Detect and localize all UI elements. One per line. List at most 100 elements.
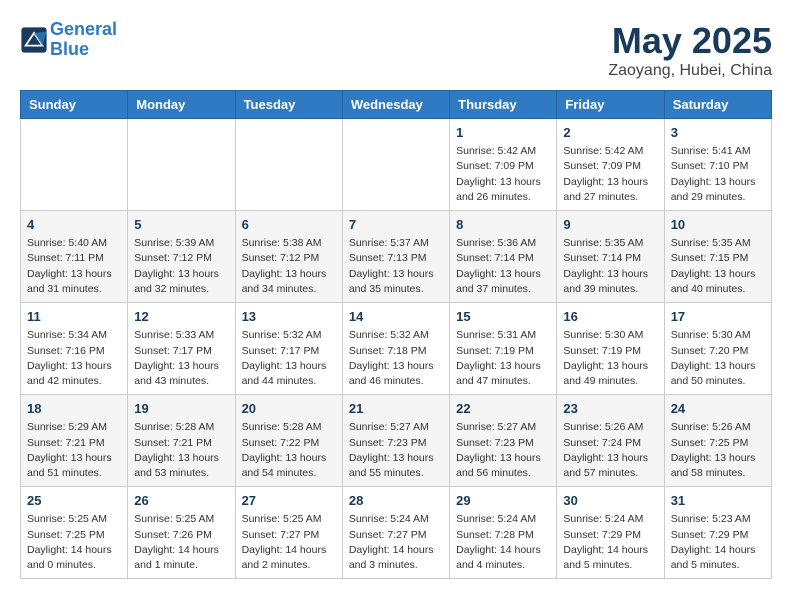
- calendar-cell: 11 Sunrise: 5:34 AMSunset: 7:16 PMDayligh…: [21, 303, 128, 395]
- day-number: 27: [242, 492, 336, 510]
- calendar-cell: 26 Sunrise: 5:25 AMSunset: 7:26 PMDayligh…: [128, 487, 235, 579]
- weekday-header-thursday: Thursday: [450, 91, 557, 119]
- calendar-week-row: 1 Sunrise: 5:42 AMSunset: 7:09 PMDaylight…: [21, 119, 772, 211]
- day-number: 14: [349, 308, 443, 326]
- calendar-cell: 5 Sunrise: 5:39 AMSunset: 7:12 PMDaylight…: [128, 211, 235, 303]
- day-number: 25: [27, 492, 121, 510]
- day-number: 24: [671, 400, 765, 418]
- day-info: Sunrise: 5:27 AMSunset: 7:23 PMDaylight:…: [349, 420, 443, 481]
- day-number: 26: [134, 492, 228, 510]
- day-info: Sunrise: 5:42 AMSunset: 7:09 PMDaylight:…: [456, 144, 550, 205]
- day-info: Sunrise: 5:40 AMSunset: 7:11 PMDaylight:…: [27, 236, 121, 297]
- calendar-cell: 20 Sunrise: 5:28 AMSunset: 7:22 PMDayligh…: [235, 395, 342, 487]
- day-info: Sunrise: 5:31 AMSunset: 7:19 PMDaylight:…: [456, 328, 550, 389]
- day-info: Sunrise: 5:30 AMSunset: 7:20 PMDaylight:…: [671, 328, 765, 389]
- day-info: Sunrise: 5:38 AMSunset: 7:12 PMDaylight:…: [242, 236, 336, 297]
- day-number: 7: [349, 216, 443, 234]
- day-info: Sunrise: 5:41 AMSunset: 7:10 PMDaylight:…: [671, 144, 765, 205]
- calendar-cell: 2 Sunrise: 5:42 AMSunset: 7:09 PMDaylight…: [557, 119, 664, 211]
- day-number: 11: [27, 308, 121, 326]
- weekday-header-sunday: Sunday: [21, 91, 128, 119]
- title-area: May 2025 Zaoyang, Hubei, China: [608, 20, 772, 80]
- calendar-cell: [342, 119, 449, 211]
- page-header: General Blue May 2025 Zaoyang, Hubei, Ch…: [20, 20, 772, 80]
- weekday-header-saturday: Saturday: [664, 91, 771, 119]
- weekday-header-wednesday: Wednesday: [342, 91, 449, 119]
- day-info: Sunrise: 5:32 AMSunset: 7:18 PMDaylight:…: [349, 328, 443, 389]
- calendar-cell: 15Sunrise: 5:31 AMSunset: 7:19 PMDayligh…: [450, 303, 557, 395]
- day-number: 20: [242, 400, 336, 418]
- day-info: Sunrise: 5:24 AMSunset: 7:29 PMDaylight:…: [563, 512, 657, 573]
- day-number: 29: [456, 492, 550, 510]
- calendar-cell: 17 Sunrise: 5:30 AMSunset: 7:20 PMDayligh…: [664, 303, 771, 395]
- day-number: 19: [134, 400, 228, 418]
- day-info: Sunrise: 5:34 AMSunset: 7:16 PMDaylight:…: [27, 328, 121, 389]
- calendar-cell: 31 Sunrise: 5:23 AMSunset: 7:29 PMDayligh…: [664, 487, 771, 579]
- location-subtitle: Zaoyang, Hubei, China: [608, 62, 772, 80]
- day-number: 5: [134, 216, 228, 234]
- day-info: Sunrise: 5:26 AMSunset: 7:24 PMDaylight:…: [563, 420, 657, 481]
- weekday-header-monday: Monday: [128, 91, 235, 119]
- day-number: 10: [671, 216, 765, 234]
- month-title: May 2025: [608, 20, 772, 62]
- day-number: 1: [456, 124, 550, 142]
- day-info: Sunrise: 5:30 AMSunset: 7:19 PMDaylight:…: [563, 328, 657, 389]
- day-info: Sunrise: 5:35 AMSunset: 7:14 PMDaylight:…: [563, 236, 657, 297]
- day-info: Sunrise: 5:32 AMSunset: 7:17 PMDaylight:…: [242, 328, 336, 389]
- day-number: 13: [242, 308, 336, 326]
- day-number: 17: [671, 308, 765, 326]
- day-info: Sunrise: 5:42 AMSunset: 7:09 PMDaylight:…: [563, 144, 657, 205]
- day-info: Sunrise: 5:28 AMSunset: 7:22 PMDaylight:…: [242, 420, 336, 481]
- day-number: 23: [563, 400, 657, 418]
- calendar-cell: 19 Sunrise: 5:28 AMSunset: 7:21 PMDayligh…: [128, 395, 235, 487]
- calendar-cell: 23 Sunrise: 5:26 AMSunset: 7:24 PMDayligh…: [557, 395, 664, 487]
- day-info: Sunrise: 5:37 AMSunset: 7:13 PMDaylight:…: [349, 236, 443, 297]
- calendar-week-row: 18Sunrise: 5:29 AMSunset: 7:21 PMDayligh…: [21, 395, 772, 487]
- calendar-week-row: 4 Sunrise: 5:40 AMSunset: 7:11 PMDaylight…: [21, 211, 772, 303]
- day-number: 9: [563, 216, 657, 234]
- calendar-cell: 6Sunrise: 5:38 AMSunset: 7:12 PMDaylight…: [235, 211, 342, 303]
- calendar-cell: 30 Sunrise: 5:24 AMSunset: 7:29 PMDayligh…: [557, 487, 664, 579]
- calendar-cell: 7 Sunrise: 5:37 AMSunset: 7:13 PMDaylight…: [342, 211, 449, 303]
- calendar-cell: 22 Sunrise: 5:27 AMSunset: 7:23 PMDayligh…: [450, 395, 557, 487]
- calendar-cell: 29 Sunrise: 5:24 AMSunset: 7:28 PMDayligh…: [450, 487, 557, 579]
- calendar-cell: 14 Sunrise: 5:32 AMSunset: 7:18 PMDayligh…: [342, 303, 449, 395]
- day-info: Sunrise: 5:36 AMSunset: 7:14 PMDaylight:…: [456, 236, 550, 297]
- calendar-cell: 13 Sunrise: 5:32 AMSunset: 7:17 PMDayligh…: [235, 303, 342, 395]
- calendar-cell: 28Sunrise: 5:24 AMSunset: 7:27 PMDayligh…: [342, 487, 449, 579]
- day-info: Sunrise: 5:24 AMSunset: 7:28 PMDaylight:…: [456, 512, 550, 573]
- calendar-cell: [21, 119, 128, 211]
- day-info: Sunrise: 5:26 AMSunset: 7:25 PMDaylight:…: [671, 420, 765, 481]
- calendar-cell: 10 Sunrise: 5:35 AMSunset: 7:15 PMDayligh…: [664, 211, 771, 303]
- day-info: Sunrise: 5:25 AMSunset: 7:26 PMDaylight:…: [134, 512, 228, 573]
- day-number: 12: [134, 308, 228, 326]
- day-number: 28: [349, 492, 443, 510]
- day-info: Sunrise: 5:28 AMSunset: 7:21 PMDaylight:…: [134, 420, 228, 481]
- day-number: 4: [27, 216, 121, 234]
- day-info: Sunrise: 5:23 AMSunset: 7:29 PMDaylight:…: [671, 512, 765, 573]
- day-number: 18: [27, 400, 121, 418]
- calendar-cell: 12 Sunrise: 5:33 AMSunset: 7:17 PMDayligh…: [128, 303, 235, 395]
- calendar-cell: 9 Sunrise: 5:35 AMSunset: 7:14 PMDaylight…: [557, 211, 664, 303]
- calendar-cell: 18Sunrise: 5:29 AMSunset: 7:21 PMDayligh…: [21, 395, 128, 487]
- day-info: Sunrise: 5:33 AMSunset: 7:17 PMDaylight:…: [134, 328, 228, 389]
- calendar-cell: 21 Sunrise: 5:27 AMSunset: 7:23 PMDayligh…: [342, 395, 449, 487]
- calendar-cell: 1 Sunrise: 5:42 AMSunset: 7:09 PMDaylight…: [450, 119, 557, 211]
- logo-line1: General: [50, 19, 117, 39]
- day-info: Sunrise: 5:27 AMSunset: 7:23 PMDaylight:…: [456, 420, 550, 481]
- day-number: 30: [563, 492, 657, 510]
- logo: General Blue: [20, 20, 117, 60]
- calendar-cell: 24 Sunrise: 5:26 AMSunset: 7:25 PMDayligh…: [664, 395, 771, 487]
- day-number: 8: [456, 216, 550, 234]
- weekday-header-friday: Friday: [557, 91, 664, 119]
- day-info: Sunrise: 5:35 AMSunset: 7:15 PMDaylight:…: [671, 236, 765, 297]
- day-info: Sunrise: 5:39 AMSunset: 7:12 PMDaylight:…: [134, 236, 228, 297]
- logo-line2: Blue: [50, 39, 89, 59]
- calendar-cell: 3Sunrise: 5:41 AMSunset: 7:10 PMDaylight…: [664, 119, 771, 211]
- day-number: 2: [563, 124, 657, 142]
- calendar-cell: 8 Sunrise: 5:36 AMSunset: 7:14 PMDaylight…: [450, 211, 557, 303]
- day-number: 31: [671, 492, 765, 510]
- day-number: 22: [456, 400, 550, 418]
- logo-text: General Blue: [50, 20, 117, 60]
- day-number: 21: [349, 400, 443, 418]
